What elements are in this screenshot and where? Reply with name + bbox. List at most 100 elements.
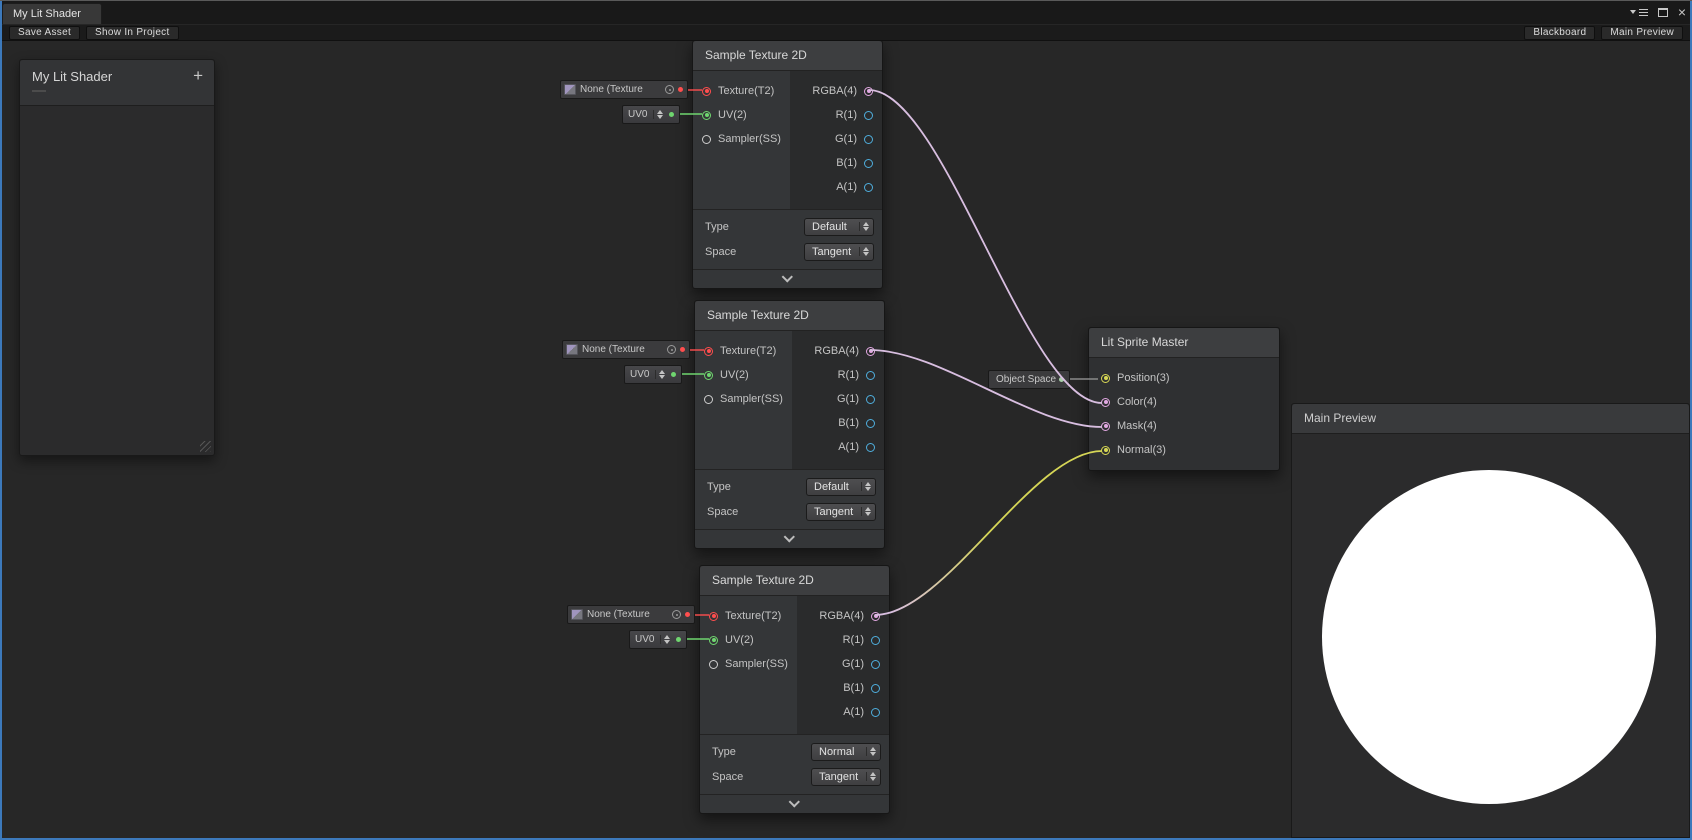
main-preview-toggle-button[interactable]: Main Preview	[1601, 26, 1683, 40]
node-lit-sprite-master[interactable]: Lit Sprite Master Position(3) Color(4) M…	[1088, 327, 1280, 471]
save-asset-button[interactable]: Save Asset	[9, 26, 80, 40]
position-space-badge[interactable]: Object Space	[988, 370, 1070, 389]
node-sample-texture-2d-3[interactable]: Sample Texture 2D Texture(T2) UV(2) Samp…	[699, 565, 890, 814]
port-label: R(1)	[843, 634, 864, 646]
node-sample-texture-2d-2[interactable]: Sample Texture 2D Texture(T2) UV(2) Samp…	[694, 300, 885, 549]
texture-input-port[interactable]	[702, 87, 711, 96]
port-label: RGBA(4)	[819, 610, 864, 622]
space-dropdown[interactable]: Tangent	[811, 768, 881, 786]
r-output-port[interactable]	[866, 371, 875, 380]
node-controls: Type Normal Space Tangent	[700, 734, 889, 794]
node-title: Sample Texture 2D	[705, 48, 807, 62]
node-header[interactable]: Sample Texture 2D	[693, 41, 882, 71]
window-titlebar[interactable]: My Lit Shader ×	[0, 0, 1692, 24]
texture-input-port[interactable]	[709, 612, 718, 621]
node-controls: Type Default Space Tangent	[695, 469, 884, 529]
window-controls: ×	[1630, 0, 1686, 24]
r-output-port[interactable]	[871, 636, 880, 645]
uv-input-port[interactable]	[702, 111, 711, 120]
type-dropdown[interactable]: Default	[804, 218, 874, 236]
uv-input-port[interactable]	[709, 636, 718, 645]
port-label: Texture(T2)	[718, 85, 774, 97]
normal-input-port[interactable]	[1101, 446, 1110, 455]
color-input-port[interactable]	[1101, 398, 1110, 407]
chevron-down-icon	[788, 796, 799, 807]
collapse-preview-button[interactable]	[695, 529, 884, 548]
object-picker-icon[interactable]	[672, 610, 681, 619]
a-output-port[interactable]	[871, 708, 880, 717]
add-property-button[interactable]: +	[193, 66, 203, 86]
uv-connector-dot	[671, 372, 676, 377]
r-output-port[interactable]	[864, 111, 873, 120]
port-label: R(1)	[836, 109, 857, 121]
blackboard-header[interactable]: My Lit Shader +	[20, 60, 214, 106]
main-preview-header[interactable]: Main Preview	[1292, 404, 1689, 434]
rgba-output-port[interactable]	[871, 612, 880, 621]
maximize-icon[interactable]	[1658, 8, 1668, 17]
tab-my-lit-shader[interactable]: My Lit Shader	[2, 3, 102, 24]
b-output-port[interactable]	[871, 684, 880, 693]
g-output-port[interactable]	[864, 135, 873, 144]
texture-input-port[interactable]	[704, 347, 713, 356]
edge-tex1-rgba-to-color[interactable]	[869, 90, 1102, 403]
rgba-output-port[interactable]	[864, 87, 873, 96]
g-output-port[interactable]	[871, 660, 880, 669]
node-output-ports: RGBA(4) R(1) G(1) B(1) A(1)	[790, 71, 882, 209]
b-output-port[interactable]	[866, 419, 875, 428]
a-output-port[interactable]	[866, 443, 875, 452]
uv-channel-dropdown[interactable]: UV0	[624, 365, 682, 384]
node-sample-texture-2d-1[interactable]: Sample Texture 2D Texture(T2) UV(2) Samp…	[692, 40, 883, 289]
edge-tex3-rgba-to-normal[interactable]	[875, 451, 1102, 615]
show-in-project-button[interactable]: Show In Project	[86, 26, 179, 40]
uv-channel-value: UV0	[628, 109, 647, 120]
space-dropdown[interactable]: Tangent	[806, 503, 876, 521]
texture-object-field[interactable]: None (Texture	[562, 340, 690, 359]
object-picker-icon[interactable]	[667, 345, 676, 354]
sampler-input-port[interactable]	[704, 395, 713, 404]
uv-channel-dropdown[interactable]: UV0	[622, 105, 680, 124]
g-output-port[interactable]	[866, 395, 875, 404]
type-value: Default	[814, 481, 849, 493]
texture-object-field[interactable]: None (Texture	[567, 605, 695, 624]
node-header[interactable]: Sample Texture 2D	[695, 301, 884, 331]
close-icon[interactable]: ×	[1678, 5, 1686, 19]
position-connector-dot	[1059, 377, 1064, 382]
texture-object-field[interactable]: None (Texture	[560, 80, 688, 99]
rgba-output-port[interactable]	[866, 347, 875, 356]
space-label: Space	[712, 771, 743, 783]
port-label: UV(2)	[718, 109, 747, 121]
port-label: Mask(4)	[1117, 420, 1157, 432]
main-preview-panel[interactable]: Main Preview	[1291, 403, 1690, 838]
blackboard-subtitle-dash	[32, 90, 46, 92]
blackboard-panel[interactable]: My Lit Shader +	[19, 59, 215, 456]
position-input-port[interactable]	[1101, 374, 1110, 383]
type-dropdown[interactable]: Normal	[811, 743, 881, 761]
chevron-down-icon	[781, 271, 792, 282]
uv-channel-dropdown[interactable]: UV0	[629, 630, 687, 649]
type-dropdown[interactable]: Default	[806, 478, 876, 496]
blackboard-toggle-button[interactable]: Blackboard	[1524, 26, 1595, 40]
main-preview-viewport[interactable]	[1292, 434, 1689, 837]
uv-input-port[interactable]	[704, 371, 713, 380]
node-header[interactable]: Sample Texture 2D	[700, 566, 889, 596]
node-output-ports: RGBA(4) R(1) G(1) B(1) A(1)	[792, 331, 884, 469]
mask-input-port[interactable]	[1101, 422, 1110, 431]
window-menu-icon[interactable]	[1630, 10, 1648, 14]
sampler-input-port[interactable]	[702, 135, 711, 144]
sampler-input-port[interactable]	[709, 660, 718, 669]
port-label: Color(4)	[1117, 396, 1157, 408]
texture-thumbnail-icon	[571, 609, 583, 620]
uv-channel-value: UV0	[630, 369, 649, 380]
collapse-preview-button[interactable]	[693, 269, 882, 288]
object-picker-icon[interactable]	[665, 85, 674, 94]
node-header[interactable]: Lit Sprite Master	[1089, 328, 1279, 358]
a-output-port[interactable]	[864, 183, 873, 192]
type-value: Normal	[819, 746, 854, 758]
node-controls: Type Default Space Tangent	[693, 209, 882, 269]
collapse-preview-button[interactable]	[700, 794, 889, 813]
b-output-port[interactable]	[864, 159, 873, 168]
port-label: UV(2)	[725, 634, 754, 646]
space-dropdown[interactable]: Tangent	[804, 243, 874, 261]
resize-grip-icon[interactable]	[200, 441, 211, 452]
space-value: Tangent	[819, 771, 858, 783]
